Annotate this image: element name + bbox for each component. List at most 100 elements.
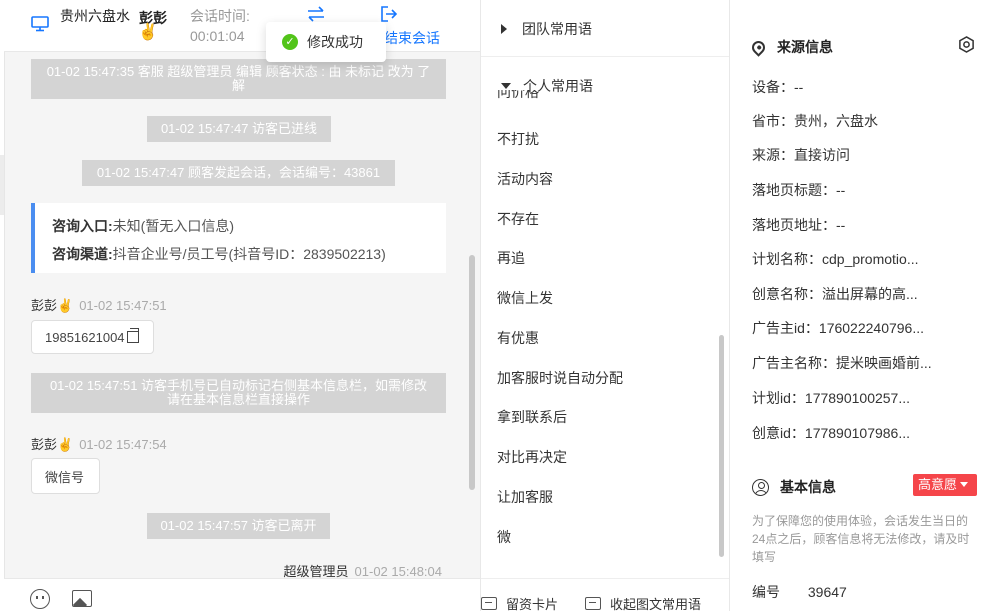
visitor-location: 贵州六盘水	[60, 8, 130, 24]
inquiry-entry-row: 咨询入口:未知(暂无入口信息)	[52, 212, 446, 240]
common-phrases-panel: 团队常用语 个人常用语 问价格 不打扰 活动内容 不存在 再追 微信上发 有优惠…	[480, 0, 730, 611]
info-row-creative-id: 创意id：177890107986...	[752, 423, 910, 443]
phrase-item[interactable]: 问价格	[497, 90, 539, 102]
agent-name: 超级管理员	[283, 564, 349, 578]
info-row-province: 省市：贵州，六盘水	[752, 111, 878, 131]
team-phrases-label: 团队常用语	[522, 21, 592, 37]
check-circle-icon: ✓	[282, 34, 298, 50]
message-sender: 彭彭✌️ 01-02 15:47:51	[31, 295, 167, 314]
info-value: --	[836, 182, 846, 198]
system-message: 01-02 15:47:47 访客已进线	[147, 116, 331, 142]
info-row-device: 设备：--	[752, 77, 803, 97]
visitor-message-bubble[interactable]: 19851621004	[31, 320, 154, 354]
info-key: 省市：	[752, 113, 794, 129]
system-message: 01-02 15:47:35 客服 超级管理员 编辑 顾客状态 : 由 未标记 …	[31, 59, 446, 99]
copy-icon[interactable]	[126, 328, 139, 343]
settings-icon[interactable]	[958, 36, 975, 53]
inquiry-channel-value: 抖音企业号/员工号(抖音号ID：2839502213)	[112, 246, 386, 262]
info-key: 计划名称：	[752, 251, 822, 267]
info-row-landing-title: 落地页标题：--	[752, 180, 845, 200]
info-key: 创意名称：	[752, 286, 822, 302]
info-key: 落地页标题：	[752, 182, 836, 198]
message-list[interactable]: 01-02 15:47:35 客服 超级管理员 编辑 顾客状态 : 由 未标记 …	[4, 53, 474, 578]
system-message: 01-02 15:47:47 顾客发起会话，会话编号：43861	[82, 160, 395, 186]
phrase-item[interactable]: 不打扰	[497, 129, 539, 149]
message-icon	[585, 597, 601, 610]
agent-message-sender: 超级管理员 01-02 15:48:04	[284, 561, 442, 578]
inquiry-channel-row: 咨询渠道:抖音企业号/员工号(抖音号ID：2839502213)	[52, 240, 446, 268]
phrase-item[interactable]: 拿到联系后	[497, 407, 567, 427]
chat-scrollbar[interactable]	[469, 255, 475, 490]
phrase-list[interactable]: 问价格 不打扰 活动内容 不存在 再追 微信上发 有优惠 加客服时说自动分配 拿…	[497, 90, 717, 555]
message-sender: 彭彭✌️ 01-02 15:47:54	[31, 434, 167, 453]
info-row-advertiser-id: 广告主id：176022240796...	[752, 318, 924, 338]
image-icon[interactable]	[72, 590, 92, 607]
monitor-icon	[31, 16, 49, 32]
message-text: 微信号	[45, 469, 85, 485]
system-message: 01-02 15:47:57 访客已离开	[147, 513, 330, 539]
phrase-item[interactable]: 加客服时说自动分配	[497, 368, 623, 388]
emoji-icon[interactable]	[30, 589, 50, 609]
caret-right-icon	[501, 24, 507, 34]
inquiry-entry-label: 咨询入口:	[52, 218, 113, 234]
location-pin-icon	[749, 37, 768, 57]
card-icon	[481, 597, 497, 610]
collapse-phrases-button[interactable]: 收起图文常用语	[585, 594, 701, 611]
info-key: 计划id：	[752, 390, 805, 406]
end-session-button[interactable]: 结束会话	[384, 28, 440, 48]
phrases-footer: 留资卡片 收起图文常用语	[481, 578, 730, 611]
info-key: 设备：	[752, 79, 794, 95]
info-row-advertiser-name: 广告主名称：提米映画婚前...	[752, 353, 932, 373]
session-time-value: 00:01:04	[190, 28, 245, 44]
info-key: 创意id：	[752, 425, 805, 441]
transfer-icon[interactable]	[306, 6, 326, 22]
phrase-item[interactable]: 对比再决定	[497, 447, 567, 467]
message-time: 01-02 15:47:51	[79, 298, 167, 313]
phrase-scrollbar[interactable]	[719, 335, 724, 557]
visitor-emoji: ✌️	[138, 24, 158, 41]
info-value: 提米映画婚前...	[836, 355, 932, 371]
phrase-item[interactable]: 不存在	[497, 209, 539, 229]
phrase-item[interactable]: 微信上发	[497, 288, 553, 308]
info-key: 广告主名称：	[752, 355, 836, 371]
source-info-header: 来源信息	[749, 37, 833, 57]
info-row-source: 来源：直接访问	[752, 145, 850, 165]
info-value: --	[836, 217, 846, 233]
info-value: 177890100257...	[804, 390, 911, 406]
phrase-item[interactable]: 活动内容	[497, 169, 553, 189]
divider	[481, 56, 730, 57]
info-value: 溢出屏幕的高...	[822, 286, 918, 302]
message-time: 01-02 15:47:54	[79, 437, 167, 452]
sender-name: 彭彭✌️	[31, 298, 74, 313]
info-row-creative-name: 创意名称：溢出屏幕的高...	[752, 284, 918, 304]
exit-icon[interactable]	[380, 5, 398, 23]
team-phrases-group[interactable]: 团队常用语	[501, 19, 592, 39]
inquiry-channel-label: 咨询渠道:	[52, 246, 113, 262]
info-value: 直接访问	[794, 147, 850, 163]
intent-level-label: 高意愿	[918, 477, 958, 492]
info-row-plan-id: 计划id：177890100257...	[752, 388, 910, 408]
caret-down-icon	[960, 482, 969, 487]
info-key: 广告主id：	[752, 320, 819, 336]
system-message: 01-02 15:47:51 访客手机号已自动标记右侧基本信息栏，如需修改请在基…	[31, 373, 446, 413]
phrase-item[interactable]: 再追	[497, 248, 525, 268]
basic-info-header: 基本信息	[752, 477, 836, 497]
phrase-item[interactable]: 微	[497, 527, 511, 547]
info-key: 编号	[752, 584, 780, 600]
info-value: 176022240796...	[818, 320, 925, 336]
phrase-item[interactable]: 有优惠	[497, 328, 539, 348]
visitor-message-bubble[interactable]: 微信号	[31, 458, 100, 494]
phrase-item[interactable]: 让加客服	[497, 487, 553, 507]
message-text: 19851621004	[45, 329, 125, 345]
chat-header: 贵州六盘水 彭彭 ✌️ 会话时间: 00:01:04 结束会话	[4, 0, 480, 52]
intent-level-dropdown[interactable]: 高意愿	[913, 474, 977, 496]
success-toast: ✓ 修改成功	[266, 22, 386, 62]
chat-workspace: 贵州六盘水 彭彭 ✌️ 会话时间: 00:01:04 结束会话 ✓ 修改成功 0…	[0, 0, 996, 611]
lead-card-button[interactable]: 留资卡片	[481, 594, 558, 611]
basic-info-title: 基本信息	[780, 479, 836, 495]
info-value: 贵州，六盘水	[794, 113, 878, 129]
source-info-title: 来源信息	[777, 39, 833, 55]
caret-down-icon	[501, 83, 511, 89]
info-value: 39647	[807, 584, 847, 600]
info-row-id: 编号 39647	[752, 582, 847, 602]
